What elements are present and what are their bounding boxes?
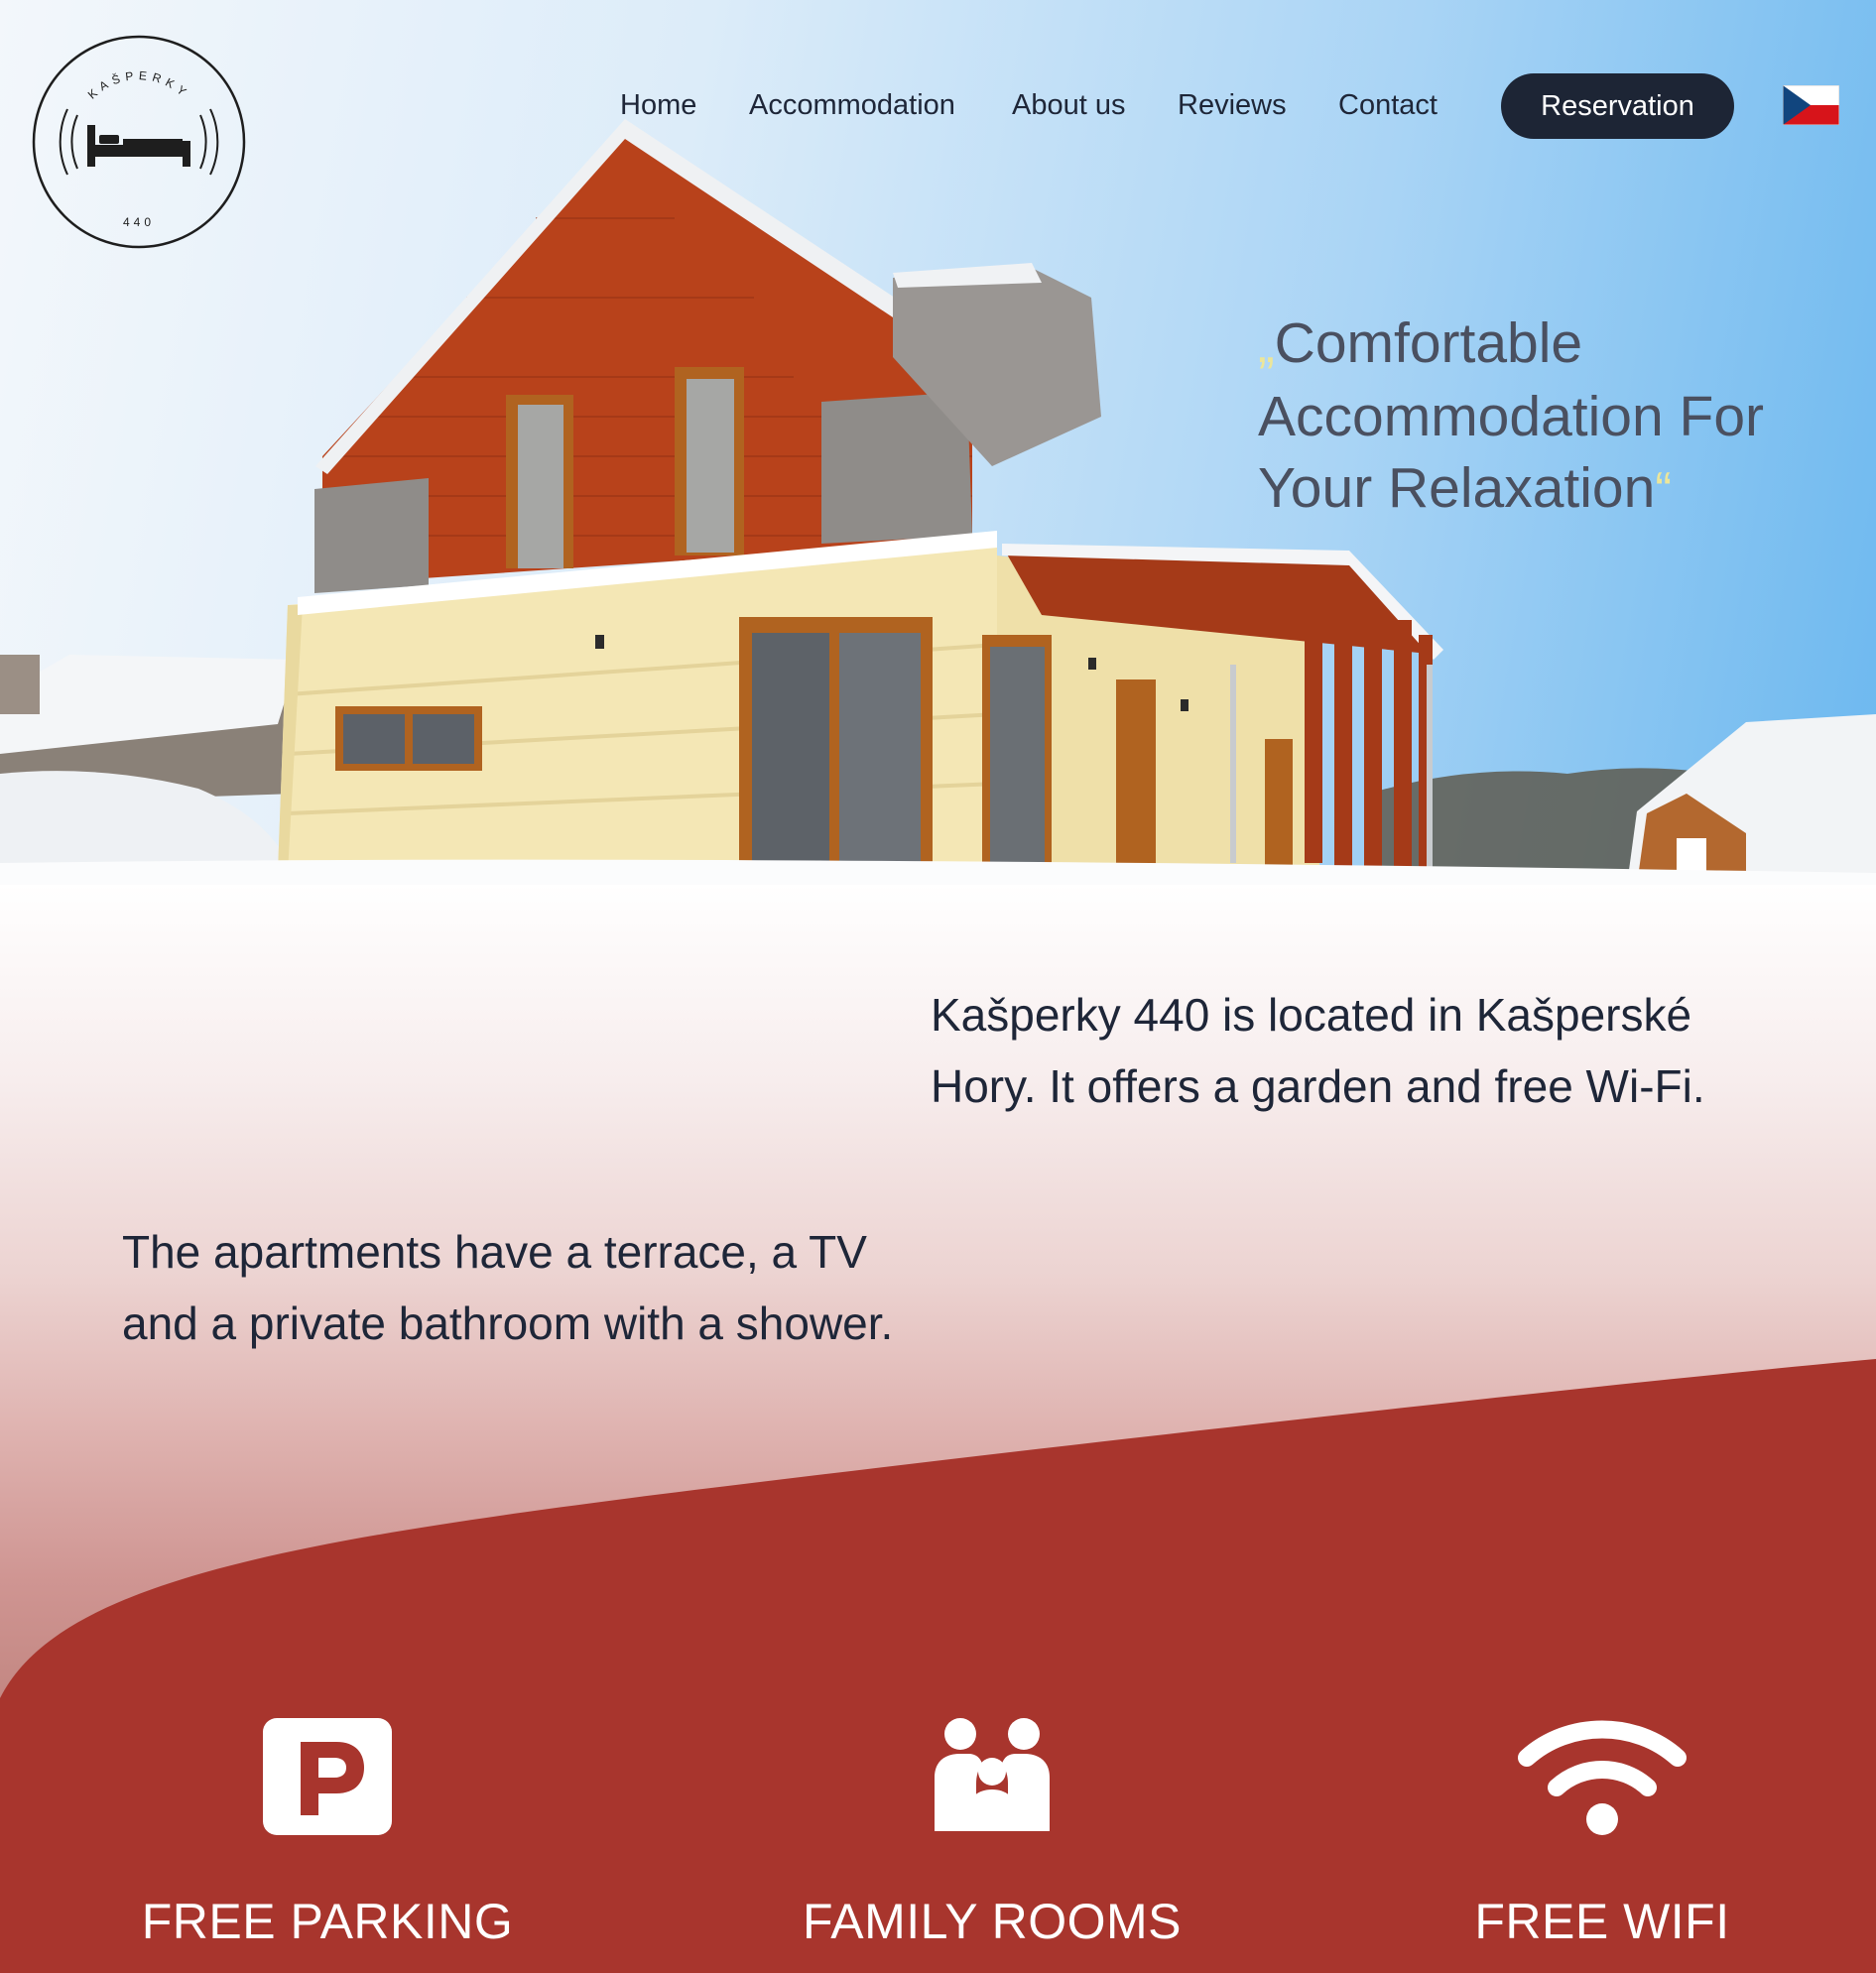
feature-label-wifi: FREE WIFI	[1474, 1894, 1730, 1949]
quote-line-2: Accommodation For	[1258, 385, 1765, 448]
parking-icon	[263, 1718, 392, 1835]
hero-section: KAŠPERKY 440 Home Accommodation About us…	[0, 0, 1876, 885]
feature-label-parking: FREE PARKING	[141, 1894, 514, 1949]
nav-about-us[interactable]: About us	[1012, 89, 1125, 122]
quote-close-mark: “	[1655, 462, 1672, 518]
family-icon	[935, 1718, 1050, 1831]
czech-flag-icon[interactable]	[1783, 85, 1839, 125]
nav-accommodation[interactable]: Accommodation	[749, 89, 955, 122]
feature-wifi: FREE WIFI	[1324, 1716, 1876, 1950]
quote-line-3: Your Relaxation“	[1258, 456, 1672, 520]
main-nav: Home Accommodation About us Reviews Cont…	[0, 73, 1876, 139]
hero-quote: „Comfortable Accommodation For Your Rela…	[1258, 308, 1813, 526]
feature-label-family-rooms: FAMILY ROOMS	[802, 1894, 1182, 1949]
nav-reviews[interactable]: Reviews	[1178, 89, 1287, 122]
feature-family-rooms: FAMILY ROOMS	[714, 1716, 1270, 1950]
nav-contact[interactable]: Contact	[1338, 89, 1438, 122]
reservation-button[interactable]: Reservation	[1501, 73, 1734, 139]
feature-parking: FREE PARKING	[50, 1716, 605, 1950]
nav-home[interactable]: Home	[620, 89, 696, 122]
logo-bottom-text: 440	[123, 215, 155, 229]
quote-open-mark: „	[1258, 317, 1275, 373]
kasperky-logo[interactable]: KAŠPERKY 440	[30, 32, 248, 252]
wifi-icon	[1518, 1720, 1687, 1835]
info-section: Kašperky 440 is located in Kašperské Hor…	[0, 885, 1876, 1973]
quote-line-1: „Comfortable	[1258, 311, 1583, 375]
